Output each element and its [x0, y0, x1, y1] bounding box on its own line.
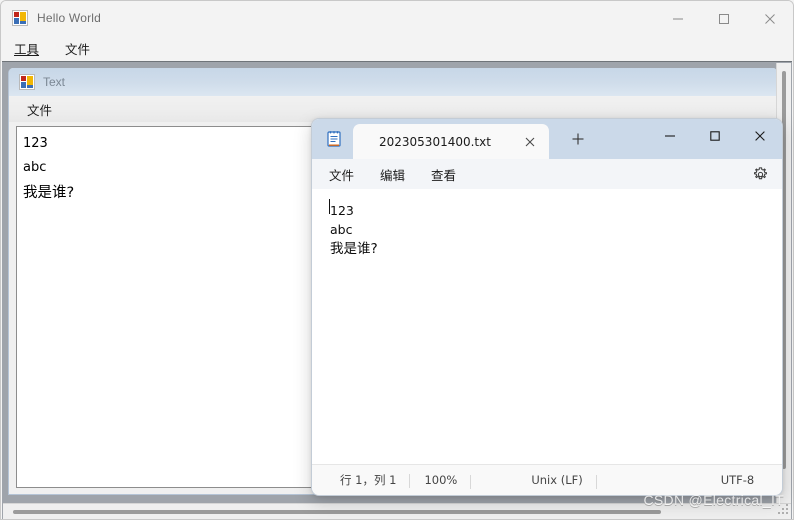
maximize-icon: [709, 129, 721, 147]
main-titlebar[interactable]: Hello World: [1, 1, 793, 36]
close-button[interactable]: [737, 119, 782, 157]
close-icon: [764, 13, 776, 25]
main-menu-file[interactable]: 文件: [63, 37, 100, 60]
mdi-child-menu-file[interactable]: 文件: [27, 100, 52, 119]
status-cursor-position[interactable]: 行 1，列 1: [326, 472, 411, 488]
notepad-menu-view[interactable]: 查看: [431, 165, 456, 184]
tab-close-icon[interactable]: [522, 134, 538, 150]
main-menu-tools[interactable]: 工具: [12, 37, 49, 60]
mdi-horizontal-scrollbar[interactable]: [3, 503, 791, 519]
winforms-icon: [12, 10, 28, 26]
status-zoom[interactable]: 100%: [410, 473, 472, 489]
main-menubar: 工具 文件: [1, 36, 793, 61]
text-line: 我是谁?: [330, 241, 378, 257]
scrollbar-thumb[interactable]: [13, 510, 661, 514]
notepad-tab[interactable]: 202305301400.txt: [353, 124, 549, 159]
close-icon: [754, 129, 766, 147]
maximize-button[interactable]: [701, 1, 747, 36]
winforms-icon: [19, 74, 35, 90]
close-button[interactable]: [747, 1, 793, 36]
text-line: 123: [330, 203, 354, 218]
notepad-statusbar: 行 1，列 1 100% Unix (LF) UTF-8: [312, 464, 782, 495]
minimize-icon: [672, 13, 684, 25]
minimize-button[interactable]: [655, 1, 701, 36]
maximize-icon: [718, 13, 730, 25]
new-tab-button[interactable]: [569, 130, 587, 148]
mdi-child-title-group: Text: [19, 74, 65, 90]
main-window-title: Hello World: [37, 11, 101, 25]
maximize-button[interactable]: [692, 119, 737, 157]
screen: Hello World 工具 文件 Text 文件 123 abc 我是谁? 2…: [0, 0, 794, 520]
resize-grip[interactable]: [777, 504, 790, 517]
status-encoding[interactable]: UTF-8: [707, 473, 769, 487]
text-line: abc: [330, 222, 353, 237]
main-window-controls: [655, 1, 793, 36]
mdi-child-title: Text: [43, 75, 66, 89]
minimize-icon: [664, 129, 676, 147]
status-line-ending[interactable]: Unix (LF): [517, 473, 598, 489]
minimize-button[interactable]: [647, 119, 692, 157]
notepad-text-area[interactable]: 123 abc 我是谁?: [312, 189, 782, 466]
notepad-icon: [325, 130, 343, 148]
notepad-menu-file[interactable]: 文件: [329, 165, 354, 184]
notepad-window-controls: [647, 119, 782, 157]
main-title-group: Hello World: [12, 10, 101, 26]
notepad-menu-edit[interactable]: 编辑: [380, 165, 405, 184]
gear-icon[interactable]: [752, 166, 769, 183]
notepad-menubar: 文件 编辑 查看: [312, 159, 782, 189]
notepad-window: 202305301400.txt 文件 编辑 查看 123 abc 我是谁? 行…: [311, 118, 783, 496]
notepad-tab-label: 202305301400.txt: [379, 134, 491, 149]
mdi-child-titlebar[interactable]: Text: [9, 68, 777, 96]
notepad-tabstrip: 202305301400.txt: [312, 119, 782, 159]
